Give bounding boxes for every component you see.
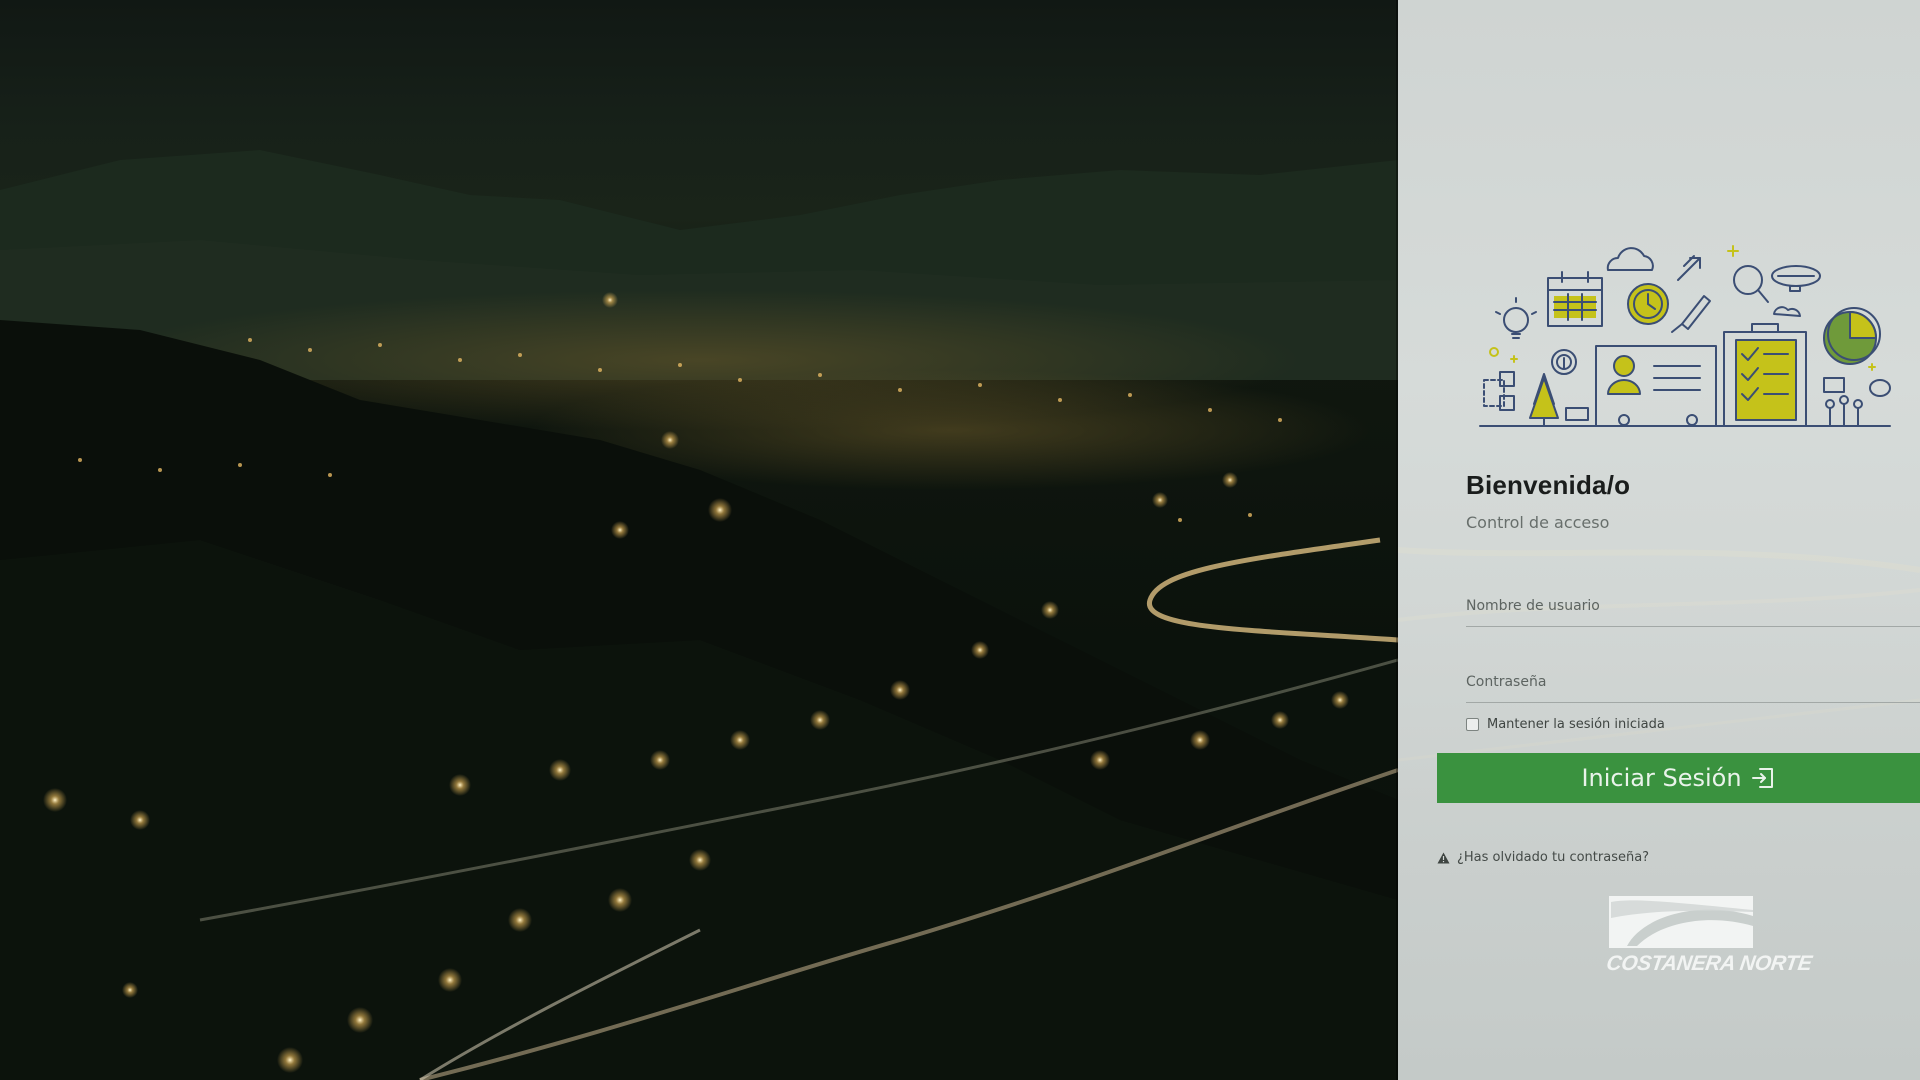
tree-icon (1529, 373, 1559, 427)
welcome-title: Bienvenida/o (1466, 470, 1631, 500)
warning-triangle-icon (1437, 852, 1450, 864)
chat-bubble-icon (1823, 377, 1845, 393)
blimp-icon (1771, 265, 1821, 292)
pencil-icon (1671, 295, 1711, 333)
people-icon (1825, 395, 1863, 427)
username-input[interactable] (1466, 586, 1920, 626)
costanera-norte-logo (1609, 896, 1753, 948)
clipboard-icon (1723, 323, 1807, 427)
remember-session-label: Mantener la sesión iniciada (1487, 717, 1665, 732)
remember-session-checkbox[interactable] (1466, 718, 1479, 731)
login-panel: Bienvenida/o Control de acceso Mantener … (1398, 0, 1920, 1080)
magnifier-icon (1733, 265, 1769, 303)
bench-icon (1565, 407, 1589, 421)
documents-icon (1483, 371, 1515, 411)
id-card-icon (1595, 345, 1717, 427)
username-field (1466, 586, 1920, 627)
trend-arrows-icon (1677, 255, 1701, 281)
lightbulb-icon (1495, 297, 1537, 339)
forgot-password-link[interactable]: ¿Has olvidado tu contraseña? (1437, 850, 1649, 865)
sign-in-icon (1750, 765, 1776, 791)
cloud-icon (1606, 247, 1654, 271)
small-cloud-icon (1773, 306, 1801, 317)
pie-chart-icon (1823, 307, 1881, 365)
logo-text: COSTANERA NORTE (1604, 952, 1814, 975)
remember-session-option[interactable]: Mantener la sesión iniciada (1466, 717, 1665, 732)
fingerprint-icon (1551, 349, 1577, 375)
login-button-label: Iniciar Sesión (1581, 764, 1742, 792)
speech-bubble-icon (1869, 379, 1891, 397)
password-field (1466, 662, 1920, 703)
login-subtitle: Control de acceso (1466, 513, 1610, 532)
login-button[interactable]: Iniciar Sesión (1437, 753, 1920, 803)
password-input[interactable] (1466, 662, 1920, 702)
clock-icon (1627, 283, 1669, 325)
background-night-city-image (0, 0, 1398, 1080)
office-tools-illustration (1479, 245, 1891, 427)
forgot-password-label: ¿Has olvidado tu contraseña? (1457, 850, 1650, 865)
calendar-icon (1547, 271, 1603, 327)
